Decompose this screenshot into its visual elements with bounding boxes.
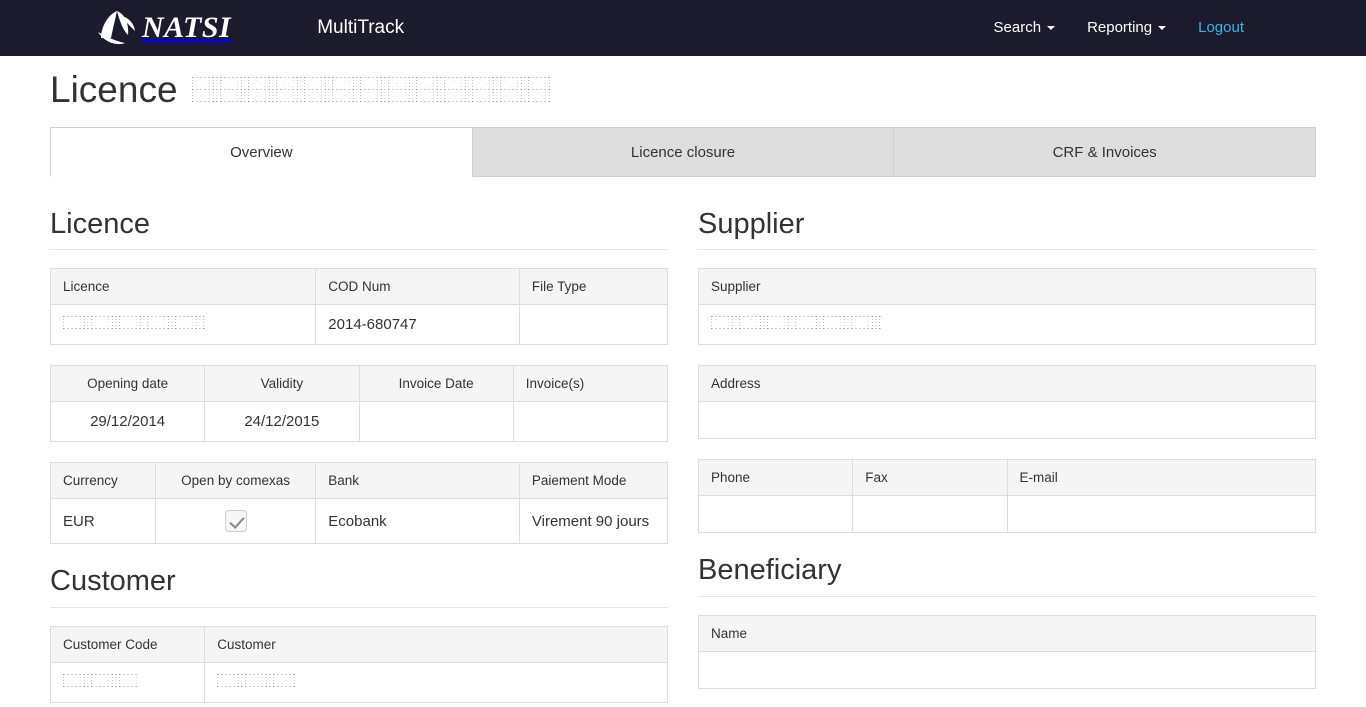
tab-overview[interactable]: Overview — [50, 126, 473, 177]
customer-name-redacted — [217, 674, 297, 688]
open-by-comexas-checkbox[interactable] — [224, 510, 247, 533]
licence-value-redacted — [63, 316, 205, 330]
col-header-bank: Bank — [315, 462, 520, 500]
cell-currency-value: EUR — [50, 498, 156, 545]
cell-cod-num-value: 2014-680747 — [315, 304, 520, 346]
brand-logo-link[interactable]: NATSI — [95, 0, 231, 56]
cell-validity-value: 24/12/2015 — [204, 401, 360, 443]
table-row: EUR Ecobank Virement 90 jours — [50, 498, 669, 545]
col-header-invoices: Invoice(s) — [512, 365, 669, 403]
left-column: Licence Licence COD Num File Type 2014-6… — [49, 191, 669, 707]
app-name: MultiTrack — [317, 17, 405, 38]
col-header-invoice-date: Invoice Date — [358, 365, 514, 403]
content-columns: Licence Licence COD Num File Type 2014-6… — [49, 177, 1316, 707]
table-row — [698, 651, 1316, 690]
cell-beneficiary-name-value — [698, 651, 1316, 690]
cell-customer-value — [204, 662, 668, 704]
table-header-row: Phone Fax E-mail — [697, 459, 1316, 497]
top-navbar: NATSI MultiTrack Search Reporting Logout — [0, 0, 1366, 56]
col-header-phone: Phone — [697, 459, 854, 497]
cell-phone-value — [697, 495, 854, 534]
cell-supplier-value — [698, 304, 1316, 346]
col-header-opening-date: Opening date — [49, 365, 206, 403]
section-rule-supplier — [698, 249, 1316, 251]
table-row: 2014-680747 — [49, 304, 669, 346]
nav-link-search-label: Search — [993, 19, 1042, 36]
section-rule-customer — [50, 607, 668, 609]
cell-supplier-address-value — [698, 401, 1316, 440]
table-header-row: Address — [698, 365, 1316, 403]
table-row — [698, 304, 1316, 346]
col-header-currency: Currency — [50, 462, 156, 500]
table-header-row: Licence COD Num File Type — [49, 268, 669, 306]
cell-invoices-value — [512, 401, 669, 443]
section-title-customer: Customer — [50, 565, 176, 598]
col-header-open-by-comexas: Open by comexas — [154, 462, 317, 500]
col-header-beneficiary-name: Name — [698, 615, 1316, 653]
table-row — [49, 662, 668, 704]
table-row — [697, 495, 1316, 534]
right-column: Supplier Supplier Address Phone Fax E-ma… — [697, 191, 1316, 707]
chevron-down-icon — [1047, 26, 1056, 30]
section-title-licence: Licence — [50, 207, 150, 240]
col-header-customer-code: Customer Code — [49, 626, 206, 664]
section-rule-beneficiary — [698, 596, 1316, 598]
page-title-redacted-value — [191, 76, 552, 102]
col-header-email: E-mail — [1006, 459, 1316, 497]
licence-finance-table: Currency Open by comexas Bank Paiement M… — [50, 462, 669, 545]
section-rule-licence — [50, 249, 668, 251]
natsi-logo-icon — [98, 11, 135, 45]
table-header-row: Currency Open by comexas Bank Paiement M… — [50, 462, 669, 500]
col-header-fax: Fax — [852, 459, 1008, 497]
tab-crf-invoices[interactable]: CRF & Invoices — [894, 126, 1317, 177]
nav-link-logout[interactable]: Logout — [1182, 0, 1260, 56]
beneficiary-name-table: Name — [698, 615, 1316, 690]
licence-dates-table: Opening date Validity Invoice Date Invoi… — [49, 365, 669, 443]
licence-identity-table: Licence COD Num File Type 2014-680747 — [49, 268, 669, 346]
nav-link-search[interactable]: Search — [978, 0, 1072, 56]
cell-opening-date-value: 29/12/2014 — [49, 401, 206, 443]
supplier-address-table: Address — [698, 365, 1316, 440]
chevron-down-icon — [1158, 26, 1167, 30]
cell-bank-value: Ecobank — [315, 498, 520, 545]
cell-file-type-value — [518, 304, 669, 346]
customer-table: Customer Code Customer — [49, 626, 668, 704]
section-title-beneficiary: Beneficiary — [698, 554, 842, 587]
supplier-name-redacted — [711, 316, 883, 330]
nav-link-reporting[interactable]: Reporting — [1071, 0, 1182, 56]
page-title: Licence — [50, 69, 1316, 111]
table-header-row: Opening date Validity Invoice Date Invoi… — [49, 365, 669, 403]
supplier-contact-table: Phone Fax E-mail — [697, 459, 1316, 534]
table-row: 29/12/2014 24/12/2015 — [49, 401, 669, 443]
col-header-file-type: File Type — [518, 268, 669, 306]
cell-invoice-date-value — [358, 401, 514, 443]
table-header-row: Supplier — [698, 268, 1316, 306]
section-title-supplier: Supplier — [698, 207, 805, 240]
cell-email-value — [1006, 495, 1316, 534]
col-header-supplier-address: Address — [698, 365, 1316, 403]
navbar-links: Search Reporting Logout — [978, 0, 1366, 56]
table-header-row: Name — [698, 615, 1316, 653]
col-header-licence: Licence — [49, 268, 317, 306]
tab-licence-closure[interactable]: Licence closure — [472, 126, 895, 177]
cell-fax-value — [852, 495, 1008, 534]
cell-paiement-mode-value: Virement 90 jours — [518, 498, 669, 545]
supplier-name-table: Supplier — [698, 268, 1316, 346]
table-row — [698, 401, 1316, 440]
col-header-customer: Customer — [204, 626, 668, 664]
col-header-paiement-mode: Paiement Mode — [518, 462, 669, 500]
brand-logo-text: NATSI — [142, 11, 232, 44]
nav-link-reporting-label: Reporting — [1087, 19, 1153, 36]
page-title-text: Licence — [50, 69, 178, 110]
col-header-validity: Validity — [204, 365, 360, 403]
col-header-supplier: Supplier — [698, 268, 1316, 306]
tab-bar: Overview Licence closure CRF & Invoices — [50, 126, 1317, 177]
page-container: Licence Overview Licence closure CRF & I… — [0, 69, 1366, 707]
table-header-row: Customer Code Customer — [49, 626, 668, 664]
cell-licence-value — [49, 304, 317, 346]
cell-customer-code-value — [49, 662, 206, 704]
cell-open-by-comexas-value — [154, 498, 317, 545]
col-header-cod-num: COD Num — [315, 268, 520, 306]
customer-code-redacted — [63, 674, 137, 688]
